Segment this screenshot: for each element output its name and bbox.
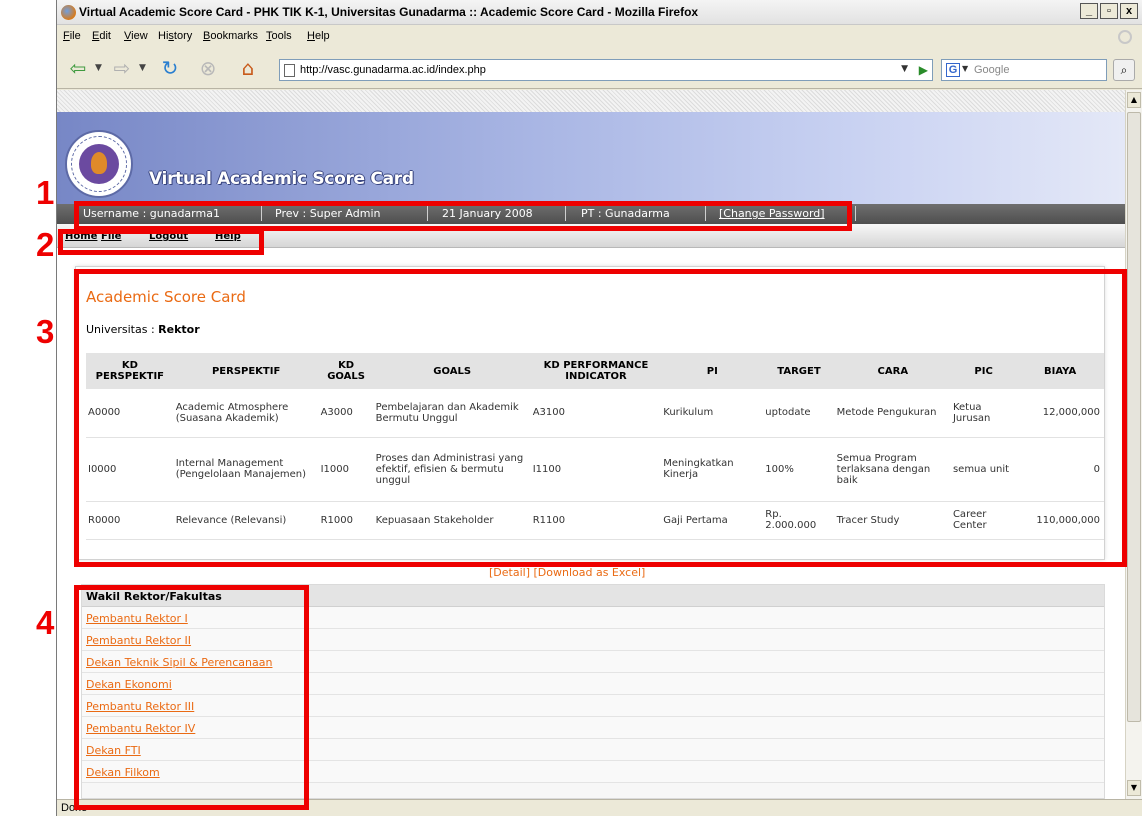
vertical-scrollbar[interactable]: ▲ ▼ bbox=[1125, 90, 1142, 799]
scroll-down-arrow-icon[interactable]: ▼ bbox=[1127, 780, 1141, 796]
annotation-box-3 bbox=[74, 269, 1127, 567]
info-separator bbox=[855, 206, 856, 221]
url-dropdown-icon[interactable]: ▼ bbox=[901, 64, 908, 74]
annotation-number-4: 4 bbox=[36, 604, 55, 641]
search-placeholder: Google bbox=[974, 64, 1010, 76]
stop-icon[interactable]: ⊗ bbox=[195, 55, 221, 81]
annotation-box-2 bbox=[58, 229, 264, 255]
search-engine-icon[interactable]: G bbox=[946, 63, 960, 77]
site-brand-title: Virtual Academic Score Card bbox=[149, 169, 414, 189]
university-seal-logo bbox=[65, 130, 133, 198]
menu-bookmarks[interactable]: Bookmarks bbox=[203, 30, 258, 42]
menu-file[interactable]: File bbox=[63, 30, 81, 42]
scroll-thumb[interactable] bbox=[1127, 112, 1141, 722]
annotation-number-2: 2 bbox=[36, 226, 55, 263]
page-icon bbox=[284, 64, 295, 77]
address-bar[interactable]: http://vasc.gunadarma.ac.id/index.php ▼ … bbox=[279, 59, 933, 81]
close-button[interactable]: x bbox=[1120, 3, 1138, 19]
menu-help[interactable]: Help bbox=[307, 30, 330, 42]
reload-icon[interactable]: ↻ bbox=[157, 55, 183, 81]
menu-tools[interactable]: Tools bbox=[266, 30, 292, 42]
title-bar: Virtual Academic Score Card - PHK TIK K-… bbox=[57, 0, 1142, 25]
screenshot-stage: Virtual Academic Score Card - PHK TIK K-… bbox=[0, 0, 1142, 816]
back-arrow-icon[interactable]: ⇦ bbox=[65, 55, 91, 81]
search-magnifier-icon[interactable]: ⌕ bbox=[1113, 59, 1135, 81]
url-text: http://vasc.gunadarma.ac.id/index.php bbox=[300, 64, 486, 76]
site-banner: Virtual Academic Score Card bbox=[57, 112, 1125, 204]
go-arrow-icon[interactable]: ▶ bbox=[919, 63, 928, 77]
menu-edit[interactable]: Edit bbox=[92, 30, 111, 42]
firefox-icon bbox=[61, 5, 76, 20]
forward-history-dropdown-icon[interactable]: ▼ bbox=[139, 63, 146, 73]
annotation-number-1: 1 bbox=[36, 174, 55, 211]
menu-history[interactable]: History bbox=[158, 30, 192, 42]
window-controls: _ ▫ x bbox=[1080, 3, 1138, 19]
menu-bar: File Edit View History Bookmarks Tools H… bbox=[57, 26, 1142, 48]
annotation-number-3: 3 bbox=[36, 313, 55, 350]
throbber-icon bbox=[1118, 30, 1132, 44]
seal-emblem bbox=[79, 144, 119, 184]
search-bar[interactable]: G ▼ Google bbox=[941, 59, 1107, 81]
scroll-up-arrow-icon[interactable]: ▲ bbox=[1127, 92, 1141, 108]
navigation-toolbar: ⇦ ▼ ⇨ ▼ ↻ ⊗ ⌂ http://vasc.gunadarma.ac.i… bbox=[57, 49, 1142, 89]
maximize-button[interactable]: ▫ bbox=[1100, 3, 1118, 19]
menu-view[interactable]: View bbox=[124, 30, 148, 42]
search-engine-dropdown-icon[interactable]: ▼ bbox=[962, 64, 968, 73]
window-title: Virtual Academic Score Card - PHK TIK K-… bbox=[79, 5, 699, 19]
minimize-button[interactable]: _ bbox=[1080, 3, 1098, 19]
back-history-dropdown-icon[interactable]: ▼ bbox=[95, 63, 102, 73]
detail-download-links[interactable]: [Detail] [Download as Excel] bbox=[489, 566, 645, 579]
top-hatch-strip bbox=[57, 90, 1125, 112]
annotation-box-1 bbox=[74, 201, 852, 231]
forward-arrow-icon[interactable]: ⇨ bbox=[109, 55, 135, 81]
home-icon[interactable]: ⌂ bbox=[235, 55, 261, 81]
annotation-box-4 bbox=[74, 585, 309, 810]
